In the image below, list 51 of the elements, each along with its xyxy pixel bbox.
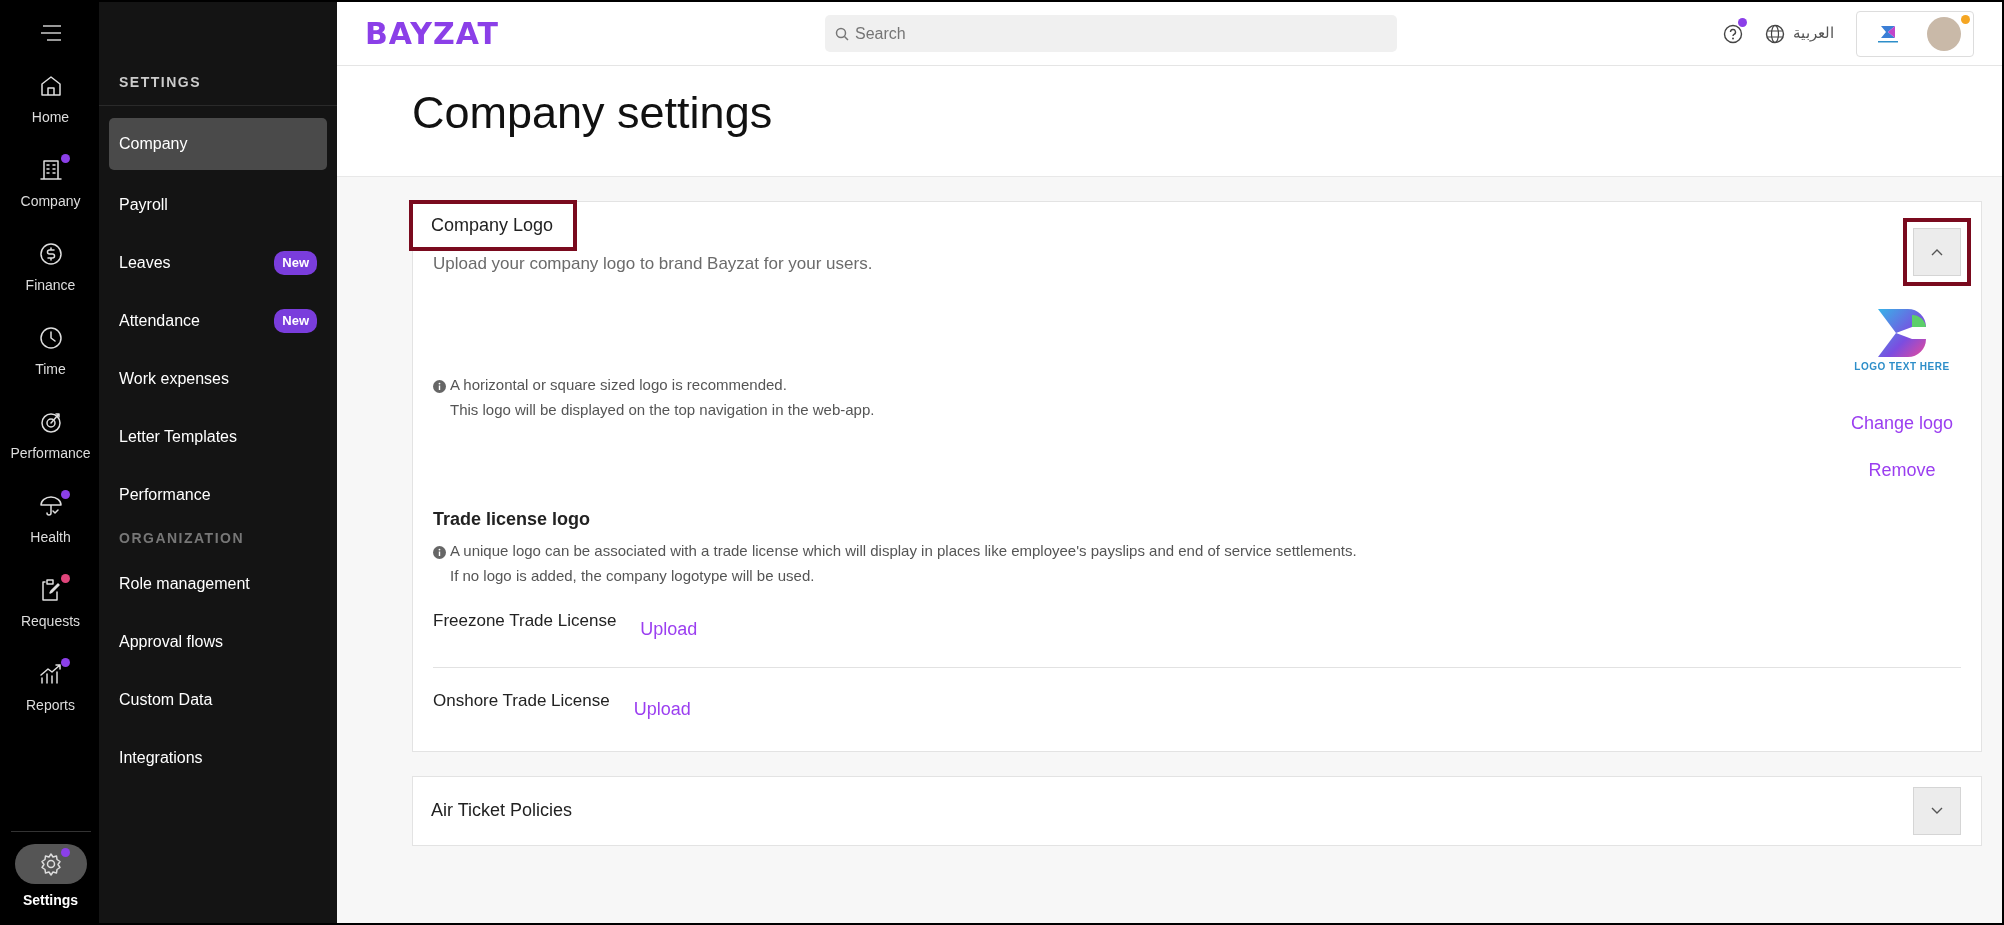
search-icon	[835, 27, 849, 41]
menu-item[interactable]: Work expenses	[109, 350, 327, 408]
menu-item[interactable]: Letter Templates	[109, 408, 327, 466]
rail-item[interactable]: Settings	[10, 831, 91, 923]
logo-action-link[interactable]: Remove	[1868, 456, 1936, 484]
rail-item[interactable]: Company	[2, 142, 99, 226]
logo-action-link[interactable]: Change logo	[1850, 409, 1953, 437]
company-logo-drawing: LOGO TEXT HERE	[1854, 304, 1950, 374]
note-text: A unique logo can be associated with a trade license which will display in places like employee's payslips and end of service settlements.	[433, 538, 1961, 564]
account-switcher[interactable]	[1856, 10, 1974, 57]
menu-item[interactable]: Leaves New	[109, 234, 327, 292]
language-link[interactable]: العربية	[1793, 22, 1834, 45]
page-title: Company settings	[412, 86, 774, 140]
menu-item[interactable]: Role management	[109, 555, 327, 613]
search-field[interactable]: Search	[825, 15, 1397, 52]
license-name: Onshore Trade License	[433, 689, 610, 712]
subsection-title: Trade license logo	[433, 507, 592, 531]
toggle-button[interactable]	[1913, 786, 1961, 835]
rail-item[interactable]: Time	[2, 310, 99, 394]
rail-item[interactable]: Requests	[2, 562, 99, 646]
chevron-icon	[1931, 248, 1943, 256]
menu-item[interactable]: Approval flows	[109, 613, 327, 671]
upload-link[interactable]: Upload	[640, 615, 698, 643]
brand-logo: BAYZAT	[365, 15, 500, 53]
company-logo-icon	[1875, 23, 1901, 44]
rail-item[interactable]: Performance	[2, 394, 99, 478]
new-badge: New	[274, 309, 317, 333]
clock-icon	[37, 324, 64, 351]
note-text: This logo will be displayed on the top navigation in the web-app.	[449, 399, 875, 420]
menu-item[interactable]: Performance	[109, 466, 327, 524]
upload-link[interactable]: Upload	[633, 695, 691, 723]
rail-item[interactable]: Finance	[2, 226, 99, 310]
menu-item[interactable]: Attendance New	[109, 292, 327, 350]
menu-item[interactable]: Company	[109, 118, 327, 170]
rail-item[interactable]: Home	[2, 58, 99, 142]
section-heading: ORGANIZATION	[118, 529, 246, 548]
dollar-icon	[37, 240, 64, 267]
globe-icon[interactable]	[1765, 23, 1785, 44]
note-text: If no logo is added, the company logotype will be used.	[449, 565, 816, 586]
avatar-icon	[1927, 16, 1961, 51]
menu-item[interactable]: Payroll	[109, 176, 327, 234]
section-title: Air Ticket Policies	[430, 799, 574, 822]
new-badge: New	[274, 251, 317, 275]
note-text: A horizontal or square sized logo is recommended.	[433, 372, 875, 398]
rail-item[interactable]: Reports	[2, 646, 99, 730]
menu-item[interactable]: Custom Data	[109, 671, 327, 729]
rail-item[interactable]: Health	[2, 478, 99, 562]
license-name: Freezone Trade License	[433, 609, 617, 632]
menu-item[interactable]: Integrations	[109, 729, 327, 787]
chevron-icon	[1931, 806, 1943, 815]
section-description: Upload your company logo to brand Bayzat for your users.	[433, 253, 873, 275]
